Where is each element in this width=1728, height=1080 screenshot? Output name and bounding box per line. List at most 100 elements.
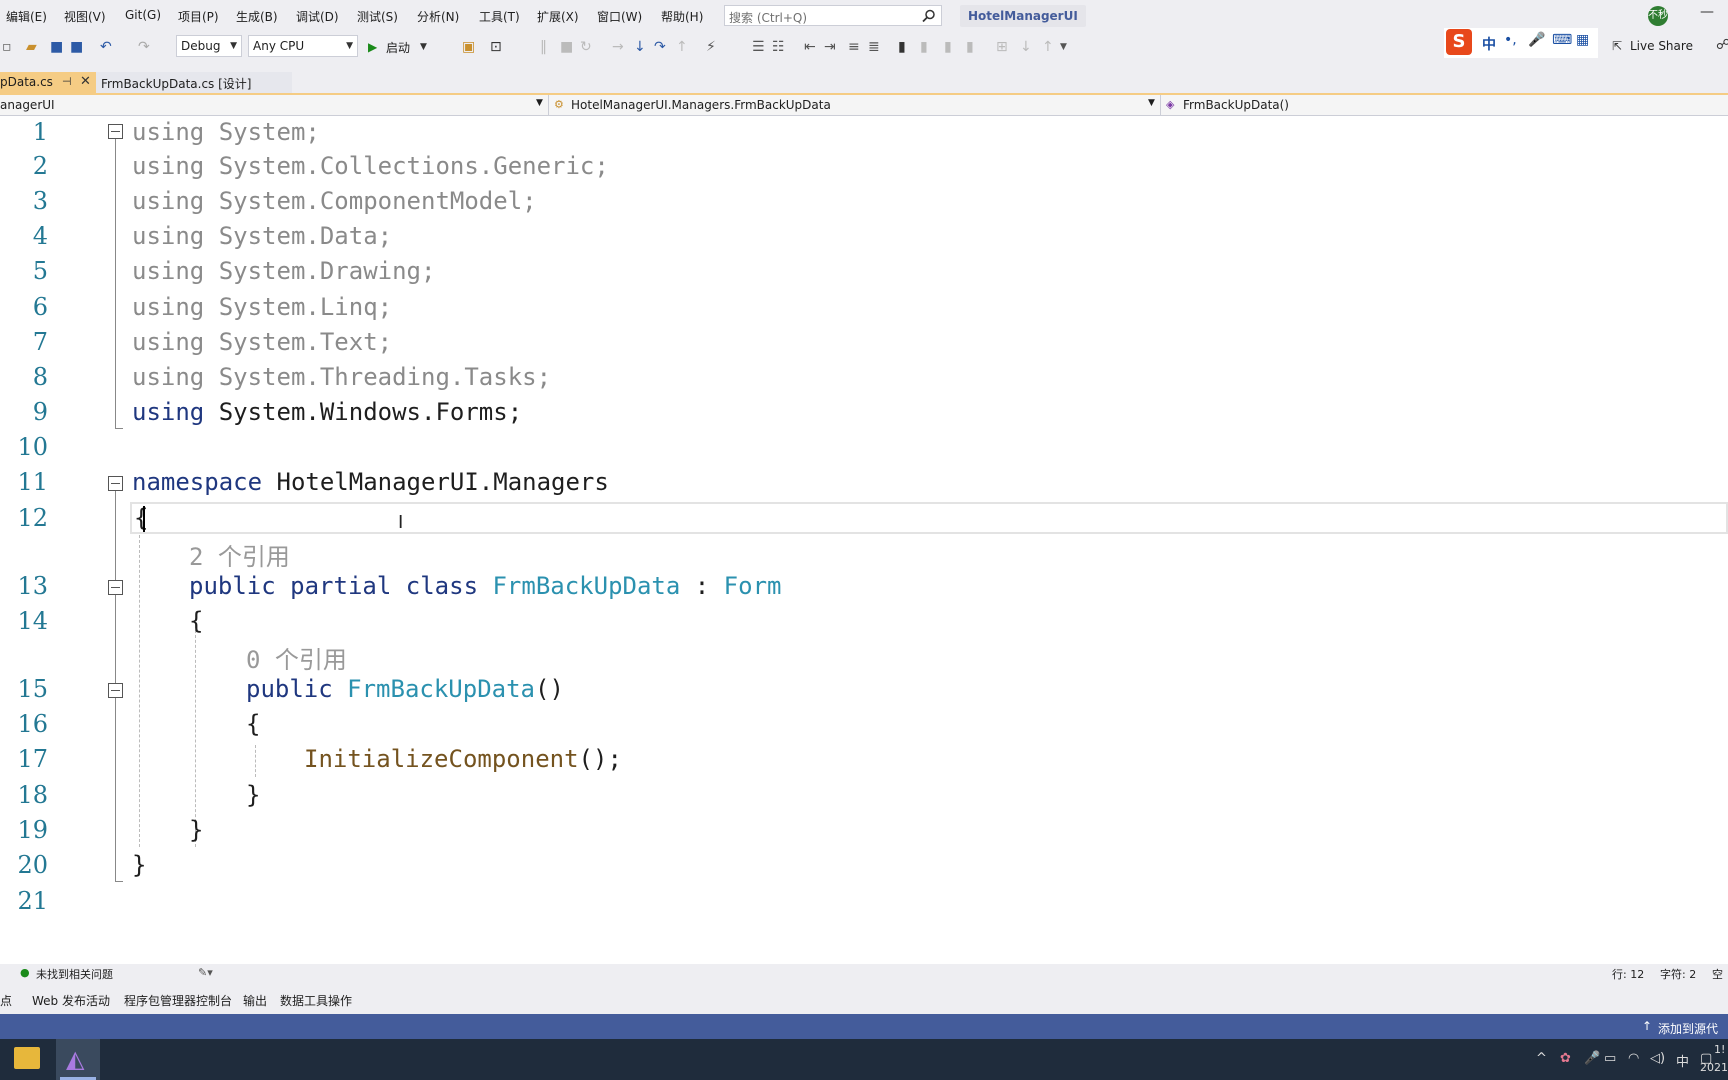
ime-grid-icon[interactable]: ▦	[1576, 32, 1589, 48]
menu-extensions[interactable]: 扩展(X)	[537, 8, 579, 25]
search-input[interactable]: 搜索 (Ctrl+Q)	[724, 5, 942, 26]
open-folder-icon[interactable]: ▰	[26, 39, 37, 55]
wifi-icon[interactable]: ◠	[1628, 1051, 1639, 1066]
next-bookmark-icon[interactable]: ▮	[944, 39, 952, 55]
line-number: 5	[32, 257, 48, 285]
restart-icon[interactable]: ↻	[580, 39, 592, 55]
line-number: 10	[17, 433, 48, 461]
codelens-references[interactable]: 0 个引用	[246, 640, 347, 675]
feedback-icon[interactable]: ☍	[1716, 37, 1728, 53]
indent-icon[interactable]: ⇥	[824, 39, 836, 55]
menu-git[interactable]: Git(G)	[125, 8, 161, 22]
minimize-icon[interactable]: —	[1700, 4, 1714, 20]
menu-analyze[interactable]: 分析(N)	[417, 8, 459, 25]
menu-build[interactable]: 生成(B)	[236, 8, 278, 25]
step-over-icon[interactable]: ↷	[654, 39, 666, 55]
find-icon[interactable]: ⊞	[996, 39, 1008, 55]
menu-test[interactable]: 测试(S)	[357, 8, 398, 25]
stop-icon[interactable]: ■	[560, 39, 573, 55]
find-files-icon[interactable]: ▣	[462, 39, 475, 55]
outdent-icon[interactable]: ⇤	[804, 39, 816, 55]
comment-icon[interactable]: ≡	[848, 39, 860, 55]
ime-mode-label[interactable]: 中	[1482, 34, 1496, 54]
show-next-statement-icon[interactable]: →	[612, 39, 624, 55]
tab-package-manager-console[interactable]: 程序包管理器控制台	[124, 992, 232, 1009]
volume-icon[interactable]: ◁)	[1650, 1051, 1665, 1066]
clock-date[interactable]: 2021	[1700, 1061, 1728, 1074]
save-all-icon[interactable]: ■	[70, 39, 83, 55]
save-icon[interactable]: ■	[50, 39, 63, 55]
menu-project[interactable]: 项目(P)	[178, 8, 219, 25]
avatar[interactable]: 不秒	[1648, 6, 1668, 26]
collapse-icon[interactable]	[108, 683, 123, 698]
tab-breakpoints[interactable]: 断点	[0, 992, 12, 1009]
new-item-icon[interactable]: ▫	[2, 39, 12, 55]
clear-bookmarks-icon[interactable]: ▮	[966, 39, 974, 55]
microphone-icon[interactable]: 🎤	[1584, 1051, 1600, 1066]
tab-output[interactable]: 输出	[243, 992, 267, 1009]
menu-view[interactable]: 视图(V)	[64, 8, 106, 25]
file-explorer-icon[interactable]	[14, 1047, 40, 1069]
microphone-icon[interactable]: 🎤	[1528, 32, 1545, 48]
bookmark-icon[interactable]: ▮	[898, 39, 906, 55]
redo-icon[interactable]: ↷	[138, 39, 150, 55]
config-select[interactable]: Debug ▼	[176, 35, 242, 57]
column-indicator[interactable]: 字符: 2	[1660, 966, 1696, 982]
using-keyword: using	[132, 363, 205, 391]
outline-icon[interactable]: ☰	[752, 39, 765, 55]
tray-app-icon[interactable]: ✿	[1560, 1051, 1571, 1066]
sogou-logo-icon[interactable]: S	[1446, 29, 1472, 55]
code-cleanup-icon[interactable]: ✎▾	[198, 966, 213, 979]
platform-select[interactable]: Any CPU ▼	[248, 35, 358, 57]
menu-edit[interactable]: 编辑(E)	[6, 8, 47, 25]
undo-icon[interactable]: ↶	[100, 39, 112, 55]
step-into-icon[interactable]: ↓	[634, 39, 646, 55]
start-icon[interactable]: ▶	[368, 39, 377, 55]
clock-time[interactable]: 1!	[1714, 1043, 1725, 1056]
codelens-references[interactable]: 2 个引用	[189, 537, 290, 572]
member-dropdown[interactable]: FrmBackUpData()	[1183, 97, 1289, 114]
collapse-icon[interactable]	[108, 476, 123, 491]
start-dropdown-icon[interactable]: ▼	[420, 39, 427, 55]
hot-reload-icon[interactable]: ⚡	[706, 39, 716, 55]
toolbar-overflow-icon[interactable]: ▼	[1060, 39, 1067, 55]
prev-bookmark-icon[interactable]: ▮	[920, 39, 928, 55]
close-tab-icon[interactable]: ✕	[80, 74, 91, 89]
tab-data-tools[interactable]: 数据工具操作	[280, 992, 352, 1009]
line-number: 15	[17, 675, 48, 703]
close-brace: }	[246, 781, 261, 809]
menu-tools[interactable]: 工具(T)	[479, 8, 520, 25]
public-keyword: public	[246, 675, 333, 703]
live-share-button[interactable]: Live Share	[1630, 39, 1693, 53]
menu-help[interactable]: 帮助(H)	[661, 8, 703, 25]
line-indicator[interactable]: 行: 12	[1612, 966, 1644, 982]
chevron-down-icon[interactable]: ▼	[1148, 98, 1155, 108]
tab-frmbackupdata-design[interactable]: FrmBackUpData.cs [设计]	[96, 72, 292, 93]
format-icon[interactable]: ☷	[772, 39, 785, 55]
pause-icon[interactable]: ‖	[540, 39, 547, 55]
collapse-icon[interactable]	[108, 124, 123, 139]
chevron-down-icon[interactable]: ▼	[536, 98, 543, 108]
uncomment-icon[interactable]: ≣	[868, 39, 880, 55]
tab-frmbackupdata-cs[interactable]: pData.cs ⊣ ✕	[0, 72, 96, 93]
collapse-icon[interactable]	[108, 580, 123, 595]
screenshot-icon[interactable]: ⊡	[490, 39, 502, 55]
class-dropdown[interactable]: HotelManagerUI.Managers.FrmBackUpData	[571, 97, 831, 114]
battery-icon[interactable]: ▭	[1604, 1051, 1616, 1066]
punctuation-icon[interactable]: •,	[1504, 32, 1517, 48]
tab-web-publish[interactable]: Web 发布活动	[32, 992, 110, 1009]
class-name: FrmBackUpData	[492, 572, 681, 600]
visual-studio-taskbar-item[interactable]: ◭	[56, 1039, 100, 1080]
issues-status[interactable]: 未找到相关问题	[36, 966, 113, 982]
step-out-icon[interactable]: ↑	[676, 39, 688, 55]
keyboard-icon[interactable]: ⌨	[1552, 32, 1572, 48]
nav-down-icon[interactable]: ↓	[1020, 39, 1032, 55]
project-dropdown[interactable]: anagerUI	[0, 97, 55, 114]
menu-debug[interactable]: 调试(D)	[296, 8, 339, 25]
start-button[interactable]: 启动	[386, 39, 410, 56]
ime-indicator[interactable]: 中	[1676, 1051, 1689, 1070]
chevron-up-icon[interactable]: ^	[1536, 1051, 1547, 1066]
pin-icon[interactable]: ⊣	[62, 75, 72, 88]
menu-window[interactable]: 窗口(W)	[597, 8, 642, 25]
nav-up-icon[interactable]: ↑	[1042, 39, 1054, 55]
